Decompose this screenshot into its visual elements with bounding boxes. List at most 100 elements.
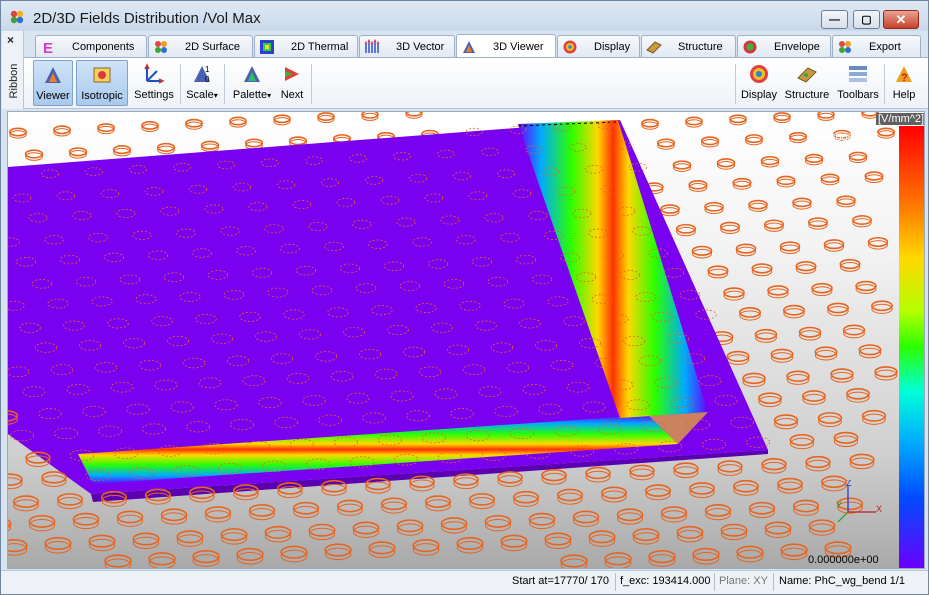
svg-text:?: ? <box>901 72 908 84</box>
viewer-button[interactable]: Viewer <box>33 60 73 106</box>
close-icon: ✕ <box>895 11 907 27</box>
tab-bar: E Components 2D Surface 2D Thermal 3D Ve… <box>35 34 925 58</box>
dropdown-arrow-icon: ▾ <box>213 91 218 100</box>
toolbar-separator <box>735 64 736 104</box>
tab-label: 3D Vector <box>396 40 445 53</box>
isotropic-icon <box>93 67 111 83</box>
vector-3d-icon <box>364 38 380 53</box>
axis-triad: Z X Y <box>836 480 882 523</box>
colorbar-min-value: 0.000000e+00 <box>808 554 879 566</box>
status-bar: Start at=17770/ 170 f_exc: 193414.000 Pl… <box>1 570 928 594</box>
thermal-2d-icon <box>260 39 274 54</box>
colorbar-unit: [V/mm^2] <box>876 113 925 125</box>
structure-button[interactable]: Structure <box>782 60 832 106</box>
ribbon-strip: × Ribbon <box>2 31 24 109</box>
tab-structure[interactable]: Structure <box>641 35 736 57</box>
help-icon: ? <box>896 66 912 84</box>
display-label: Display <box>740 89 778 101</box>
structure-icon <box>646 40 662 54</box>
envelope-icon <box>743 40 757 53</box>
components-icon: E <box>43 40 53 55</box>
x-axis-label: X <box>876 504 882 514</box>
tab-label: 2D Thermal <box>291 40 349 53</box>
status-separator <box>714 573 715 591</box>
title-bar: 2D/3D Fields Distribution /Vol Max — ▢ ✕ <box>1 1 928 31</box>
tab-label: Display <box>594 40 631 53</box>
display-button[interactable]: Display <box>739 60 779 106</box>
settings-label: Settings <box>134 89 174 101</box>
palette-icon <box>244 66 260 82</box>
tab-label: 2D Surface <box>185 40 241 53</box>
help-label: Help <box>892 89 916 101</box>
status-start: Start at=17770/ 170 <box>512 575 609 587</box>
ribbon-close-button[interactable]: × <box>7 33 14 47</box>
tab-label: 3D Viewer <box>493 40 544 53</box>
next-label: Next <box>280 89 304 101</box>
toolbars-label: Toolbars <box>837 89 879 101</box>
z-axis-label: Z <box>846 480 852 488</box>
tab-label: Structure <box>678 40 723 53</box>
y-axis-label: Y <box>836 500 842 510</box>
colorbar-max-value: 8.588506e+07 <box>808 132 879 144</box>
next-icon <box>285 67 299 81</box>
tab-label: Components <box>72 40 135 53</box>
scale-text: Scale <box>186 89 214 101</box>
app-logo-icon <box>10 10 24 24</box>
status-name: Name: PhC_wg_bend 1/1 <box>779 575 905 587</box>
maximize-icon: ▢ <box>861 14 872 26</box>
help-button[interactable]: ? Help <box>888 60 920 106</box>
svg-text:E: E <box>43 40 53 55</box>
next-button[interactable]: Next <box>277 60 307 106</box>
close-button[interactable]: ✕ <box>883 10 919 29</box>
tab-envelope[interactable]: Envelope <box>737 35 831 57</box>
dropdown-arrow-icon: ▾ <box>267 91 272 100</box>
y-axis <box>837 511 849 523</box>
palette-text: Palette <box>232 89 268 101</box>
tab-label: Envelope <box>774 40 820 53</box>
tab-3d-viewer[interactable]: 3D Viewer <box>456 34 556 58</box>
status-f-exc: f_exc: 193414.000 <box>620 575 711 587</box>
export-icon <box>839 40 851 53</box>
toolbar-separator <box>884 64 885 104</box>
svg-text:0: 0 <box>205 75 210 84</box>
ribbon-toolbar: Viewer Isotropic Settings 10 Scale▾ Pale… <box>24 57 928 109</box>
app-window: 2D/3D Fields Distribution /Vol Max — ▢ ✕… <box>0 0 929 595</box>
status-separator <box>615 573 616 591</box>
maximize-button[interactable]: ▢ <box>853 10 880 29</box>
tab-export[interactable]: Export <box>832 35 921 57</box>
tab-components[interactable]: E Components <box>35 35 147 57</box>
palette-label: Palette▾ <box>233 89 271 101</box>
tab-3d-vector[interactable]: 3D Vector <box>359 35 455 57</box>
window-title: 2D/3D Fields Distribution /Vol Max <box>33 10 261 27</box>
minimize-icon: — <box>829 13 840 26</box>
palette-button[interactable]: Palette▾ <box>228 60 276 106</box>
isotropic-label: Isotropic <box>81 90 123 102</box>
ribbon-label[interactable]: Ribbon <box>8 53 20 109</box>
scale-icon: 10 <box>194 65 210 84</box>
scale-button[interactable]: 10 Scale▾ <box>184 60 220 106</box>
tab-label: Export <box>869 40 901 53</box>
minimize-button[interactable]: — <box>821 10 848 29</box>
status-separator <box>773 573 774 591</box>
viewer-3d-icon <box>463 40 475 53</box>
structure-icon <box>797 67 817 83</box>
viewer-label: Viewer <box>36 90 70 102</box>
surface-2d-icon <box>155 40 167 53</box>
tab-2d-thermal[interactable]: 2D Thermal <box>254 35 358 57</box>
toolbar-separator <box>311 64 312 104</box>
viewer-icon <box>45 67 61 83</box>
toolbars-button[interactable]: Toolbars <box>835 60 881 106</box>
settings-button[interactable]: Settings <box>131 60 177 106</box>
display-icon <box>750 65 768 83</box>
status-plane: Plane: XY <box>719 575 768 587</box>
structure-label: Structure <box>784 89 830 101</box>
3d-viewport[interactable]: [V/mm^2] 8.588506e+07 0.000000e+00 Z X Y <box>7 111 925 569</box>
tab-display[interactable]: Display <box>557 35 640 57</box>
colorbar <box>899 126 924 568</box>
field-scene <box>8 112 898 568</box>
isotropic-button[interactable]: Isotropic <box>76 60 128 106</box>
tab-2d-surface[interactable]: 2D Surface <box>148 35 253 57</box>
toolbar-separator <box>224 64 225 104</box>
toolbars-icon <box>849 66 867 82</box>
svg-text:1: 1 <box>205 65 210 74</box>
